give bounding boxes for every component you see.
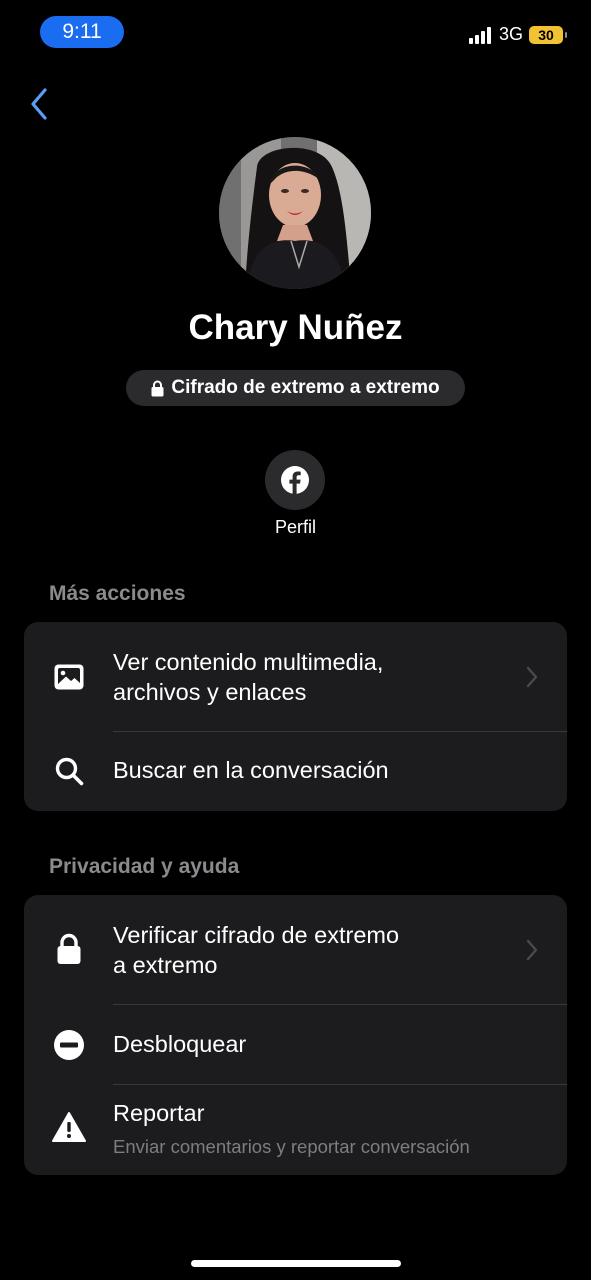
signal-icon	[468, 26, 491, 44]
report-sublabel: Enviar comentarios y reportar conversaci…	[113, 1136, 470, 1157]
verify-label-line2: a extremo	[113, 952, 218, 978]
section-title-more-actions: Más acciones	[49, 582, 186, 605]
status-bar: 9:11 3G 30	[0, 0, 591, 64]
lock-icon	[52, 932, 86, 966]
media-files-links-label: Ver contenido multimedia, archivos y enl…	[113, 647, 383, 707]
media-files-links-row[interactable]: Ver contenido multimedia, archivos y enl…	[24, 622, 567, 731]
image-icon	[52, 660, 86, 694]
unblock-label: Desbloquear	[113, 1031, 247, 1057]
avatar[interactable]	[219, 137, 371, 289]
search-conversation-label: Buscar en la conversación	[113, 757, 389, 783]
unblock-row[interactable]: Desbloquear	[24, 1004, 567, 1084]
report-label: Reportar	[113, 1100, 205, 1126]
back-button[interactable]	[22, 86, 56, 122]
privacy-help-card: Verificar cifrado de extremo a extremo D…	[24, 895, 567, 1175]
warning-icon	[52, 1110, 86, 1144]
battery-icon: 30	[529, 25, 567, 44]
network-type: 3G	[498, 24, 523, 44]
minus-circle-icon	[52, 1028, 86, 1062]
battery-level: 30	[538, 26, 554, 43]
section-title-privacy-help: Privacidad y ayuda	[49, 855, 240, 878]
chevron-left-icon	[31, 88, 47, 120]
verify-encryption-row[interactable]: Verificar cifrado de extremo a extremo	[24, 895, 567, 1004]
contact-name: Chary Nuñez	[188, 308, 403, 347]
profile-button[interactable]	[265, 450, 325, 510]
encryption-badge-label: Cifrado de extremo a extremo	[171, 377, 440, 398]
status-indicators: 3G 30	[468, 24, 567, 45]
facebook-icon	[281, 466, 309, 494]
verify-encryption-label: Verificar cifrado de extremo a extremo	[113, 920, 399, 980]
chevron-right-icon	[526, 666, 538, 688]
profile-label: Perfil	[274, 517, 316, 537]
more-actions-card: Ver contenido multimedia, archivos y enl…	[24, 622, 567, 811]
media-label-line2: archivos y enlaces	[113, 679, 307, 705]
verify-label-line1: Verificar cifrado de extremo	[113, 922, 400, 948]
search-icon	[52, 754, 86, 788]
media-label-line1: Ver contenido multimedia,	[113, 649, 384, 675]
lock-icon	[151, 380, 164, 396]
report-row[interactable]: Reportar Enviar comentarios y reportar c…	[24, 1084, 567, 1175]
encryption-badge[interactable]: Cifrado de extremo a extremo	[126, 370, 465, 406]
home-indicator	[191, 1260, 401, 1267]
status-time: 9:11	[40, 16, 124, 48]
search-conversation-row[interactable]: Buscar en la conversación	[24, 731, 567, 811]
chevron-right-icon	[526, 939, 538, 961]
